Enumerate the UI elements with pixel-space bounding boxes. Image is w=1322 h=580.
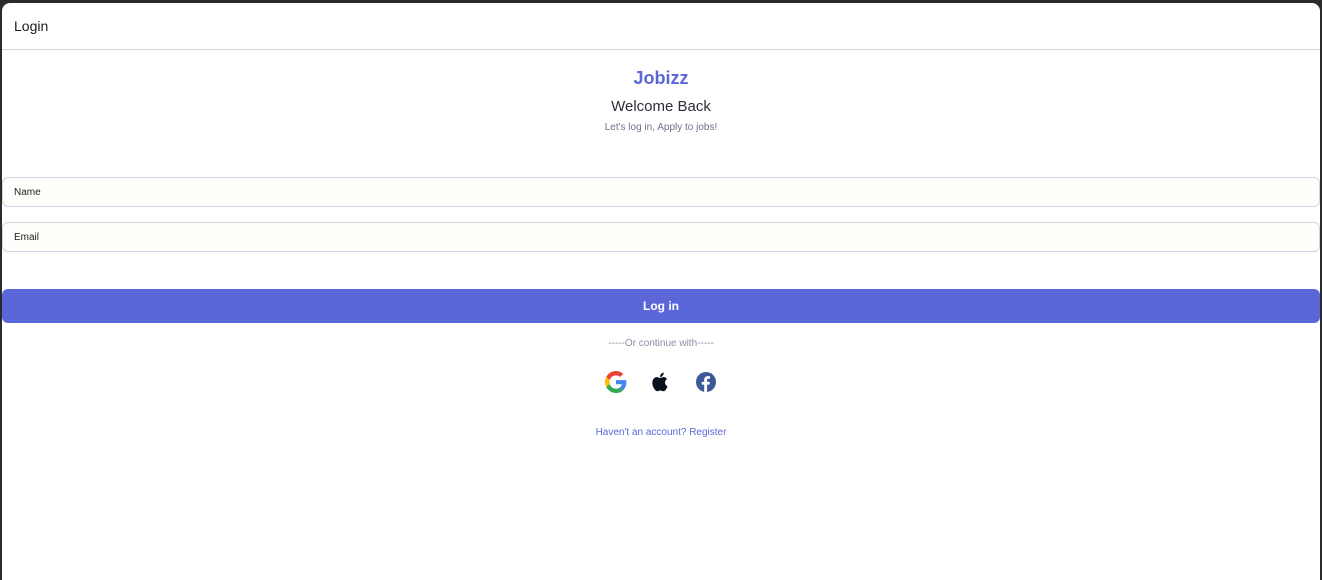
continue-with-divider: -----Or continue with-----	[608, 338, 714, 349]
name-field[interactable]	[2, 177, 1320, 207]
page-title: Login	[14, 18, 49, 34]
app-window: Login Jobizz Welcome Back Let's log in, …	[2, 3, 1320, 580]
tagline: Let's log in, Apply to jobs!	[604, 122, 718, 133]
google-login-button[interactable]	[604, 370, 628, 394]
name-input[interactable]	[12, 185, 1319, 199]
login-button[interactable]: Log in	[2, 289, 1320, 323]
top-bar: Login	[2, 3, 1320, 50]
welcome-heading: Welcome Back	[611, 98, 711, 115]
facebook-login-button[interactable]	[694, 370, 718, 394]
social-login-row	[2, 370, 1320, 394]
register-link[interactable]: Haven't an account? Register	[2, 427, 1320, 438]
apple-icon	[652, 372, 668, 392]
brand-logo-text: Jobizz	[633, 68, 689, 88]
facebook-icon	[696, 372, 716, 392]
google-icon	[605, 371, 627, 393]
email-input[interactable]	[12, 230, 1319, 244]
email-field[interactable]	[2, 222, 1320, 252]
hero: Jobizz Welcome Back Let's log in, Apply …	[2, 67, 1320, 135]
apple-login-button[interactable]	[649, 370, 673, 394]
